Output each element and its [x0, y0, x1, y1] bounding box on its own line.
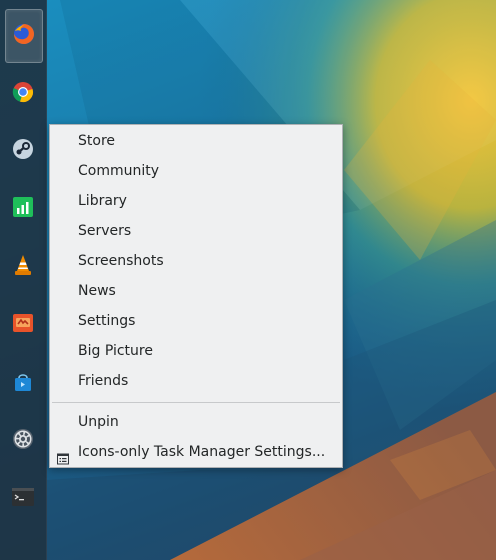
- menu-item-label: News: [78, 283, 116, 299]
- menu-item-task-manager-settings[interactable]: Icons-only Task Manager Settings...: [50, 437, 342, 467]
- spreadsheet-icon: [12, 196, 34, 222]
- menu-item-label: Screenshots: [78, 253, 164, 269]
- settings-icon: [11, 427, 35, 455]
- menu-item-servers[interactable]: Servers: [50, 216, 342, 246]
- steam-icon: [11, 137, 35, 165]
- menu-item-big-picture[interactable]: Big Picture: [50, 336, 342, 366]
- task-steam[interactable]: [6, 134, 40, 168]
- menu-item-label: Friends: [78, 373, 129, 389]
- orange-app-icon: [11, 311, 35, 339]
- menu-separator: [52, 402, 340, 403]
- menu-item-unpin[interactable]: Unpin: [50, 407, 342, 437]
- context-menu: Store Community Library Servers Screensh…: [49, 124, 343, 468]
- menu-item-label: Store: [78, 133, 116, 149]
- menu-item-library[interactable]: Library: [50, 186, 342, 216]
- configure-icon: [57, 446, 69, 465]
- menu-item-news[interactable]: News: [50, 276, 342, 306]
- task-firefox[interactable]: [5, 9, 43, 63]
- menu-item-label: Community: [78, 163, 160, 179]
- menu-item-label: Library: [78, 193, 127, 209]
- menu-item-label: Servers: [78, 223, 132, 239]
- store-bag-icon: [12, 371, 34, 397]
- task-settings[interactable]: [6, 424, 40, 458]
- task-chrome[interactable]: [6, 77, 40, 111]
- menu-item-label: Icons-only Task Manager Settings...: [78, 444, 326, 460]
- task-vlc[interactable]: [6, 250, 40, 284]
- menu-item-friends[interactable]: Friends: [50, 366, 342, 396]
- menu-item-store[interactable]: Store: [50, 126, 342, 156]
- firefox-icon: [12, 22, 36, 50]
- menu-item-settings[interactable]: Settings: [50, 306, 342, 336]
- menu-item-community[interactable]: Community: [50, 156, 342, 186]
- menu-item-label: Settings: [78, 313, 136, 329]
- vlc-icon: [11, 253, 35, 281]
- task-manager-panel: [0, 0, 47, 560]
- task-terminal[interactable]: [6, 482, 40, 516]
- menu-item-screenshots[interactable]: Screenshots: [50, 246, 342, 276]
- menu-item-label: Big Picture: [78, 343, 153, 359]
- menu-item-label: Unpin: [78, 414, 119, 430]
- task-store[interactable]: [6, 367, 40, 401]
- task-orange-app[interactable]: [6, 308, 40, 342]
- chrome-icon: [11, 80, 35, 108]
- terminal-icon: [11, 486, 35, 512]
- task-spreadsheet[interactable]: [6, 192, 40, 226]
